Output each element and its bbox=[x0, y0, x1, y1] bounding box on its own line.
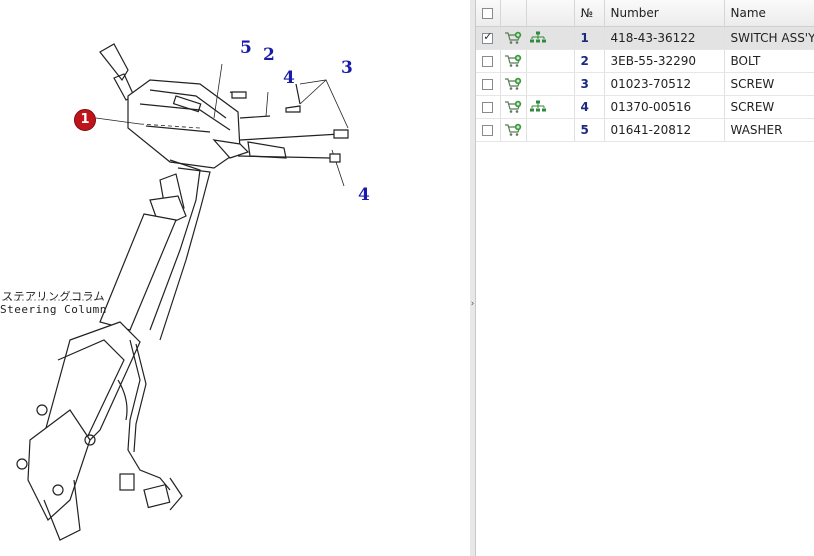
table-row[interactable]: 1418-43-36122SWITCH ASS'Y bbox=[476, 26, 814, 50]
part-number: 01370-00516 bbox=[604, 95, 725, 119]
table-row[interactable]: 5 01641-20812 WASHER bbox=[476, 118, 814, 142]
cart-cell[interactable] bbox=[500, 95, 527, 119]
callout-5[interactable]: 5 bbox=[240, 38, 252, 58]
select-all-header[interactable] bbox=[476, 0, 501, 27]
column-header-name[interactable]: Name bbox=[724, 0, 814, 27]
column-header-no[interactable]: № bbox=[574, 0, 605, 27]
collapse-arrow-icon[interactable]: › bbox=[470, 298, 475, 310]
tree-cell bbox=[526, 95, 575, 119]
part-no: 2 bbox=[574, 49, 605, 73]
row-select-cell[interactable] bbox=[476, 49, 501, 73]
row-checkbox[interactable] bbox=[482, 102, 494, 113]
steering-column-label-en: Steering Column bbox=[0, 303, 107, 316]
steering-column-label-jp: ステアリングコラム bbox=[2, 290, 106, 303]
callout-4[interactable]: 4 bbox=[283, 68, 295, 88]
tree-column-header bbox=[526, 0, 575, 27]
diagram-panel: 5 2 4 3 4 1 ステアリングコラム Steering Column bbox=[0, 0, 471, 556]
callout-2[interactable]: 2 bbox=[263, 45, 275, 65]
tree-cell bbox=[526, 26, 575, 50]
steering-column-drawing bbox=[2, 43, 349, 541]
row-select-cell[interactable] bbox=[476, 95, 501, 119]
cart-cell[interactable] bbox=[500, 49, 527, 73]
cart-cell[interactable] bbox=[500, 26, 527, 50]
add-to-cart-icon[interactable] bbox=[504, 123, 522, 137]
cart-cell[interactable] bbox=[500, 72, 527, 96]
part-number: 01023-70512 bbox=[604, 72, 725, 96]
table-row[interactable]: 4 01370-00516 SCREW bbox=[476, 95, 814, 119]
part-no: 3 bbox=[574, 72, 605, 96]
cart-column-header bbox=[500, 0, 527, 27]
tree-cell bbox=[526, 49, 575, 73]
hierarchy-tree-icon[interactable] bbox=[529, 31, 547, 45]
tree-cell bbox=[526, 118, 575, 142]
add-to-cart-icon[interactable] bbox=[504, 54, 522, 68]
row-select-cell[interactable] bbox=[476, 72, 501, 96]
row-checkbox[interactable] bbox=[482, 125, 494, 136]
parts-list-panel: № Number Name 1418-43-36122SWITCH ASS'Y2… bbox=[476, 0, 814, 556]
callout-3[interactable]: 3 bbox=[341, 58, 353, 78]
table-row[interactable]: 3 01023-70512 SCREW bbox=[476, 72, 814, 96]
reference-badge[interactable]: 1 bbox=[74, 109, 96, 131]
add-to-cart-icon[interactable] bbox=[504, 31, 522, 45]
select-all-checkbox[interactable] bbox=[482, 8, 494, 19]
row-select-cell[interactable] bbox=[476, 118, 501, 142]
part-no: 5 bbox=[574, 118, 605, 142]
hierarchy-tree-icon[interactable] bbox=[529, 100, 547, 114]
part-number: 418-43-36122 bbox=[604, 26, 725, 50]
add-to-cart-icon[interactable] bbox=[504, 100, 522, 114]
row-checkbox[interactable] bbox=[482, 30, 494, 44]
column-header-number[interactable]: Number bbox=[604, 0, 725, 27]
table-header-row: № Number Name bbox=[476, 0, 814, 27]
row-checkbox[interactable] bbox=[482, 56, 494, 67]
part-name: BOLT bbox=[724, 49, 814, 73]
tree-cell bbox=[526, 72, 575, 96]
part-name: SWITCH ASS'Y bbox=[724, 26, 814, 50]
cart-cell[interactable] bbox=[500, 118, 527, 142]
callout-4-lower[interactable]: 4 bbox=[358, 185, 370, 205]
row-select-cell[interactable] bbox=[476, 26, 501, 50]
part-number: 3EB-55-32290 bbox=[604, 49, 725, 73]
row-checkbox[interactable] bbox=[482, 79, 494, 90]
part-no: 1 bbox=[574, 26, 605, 50]
part-name: SCREW bbox=[724, 72, 814, 96]
part-name: WASHER bbox=[724, 118, 814, 142]
part-no: 4 bbox=[574, 95, 605, 119]
parts-table: № Number Name 1418-43-36122SWITCH ASS'Y2… bbox=[476, 0, 814, 142]
part-number: 01641-20812 bbox=[604, 118, 725, 142]
add-to-cart-icon[interactable] bbox=[504, 77, 522, 91]
table-row[interactable]: 2 3EB-55-32290 BOLT bbox=[476, 49, 814, 73]
part-name: SCREW bbox=[724, 95, 814, 119]
